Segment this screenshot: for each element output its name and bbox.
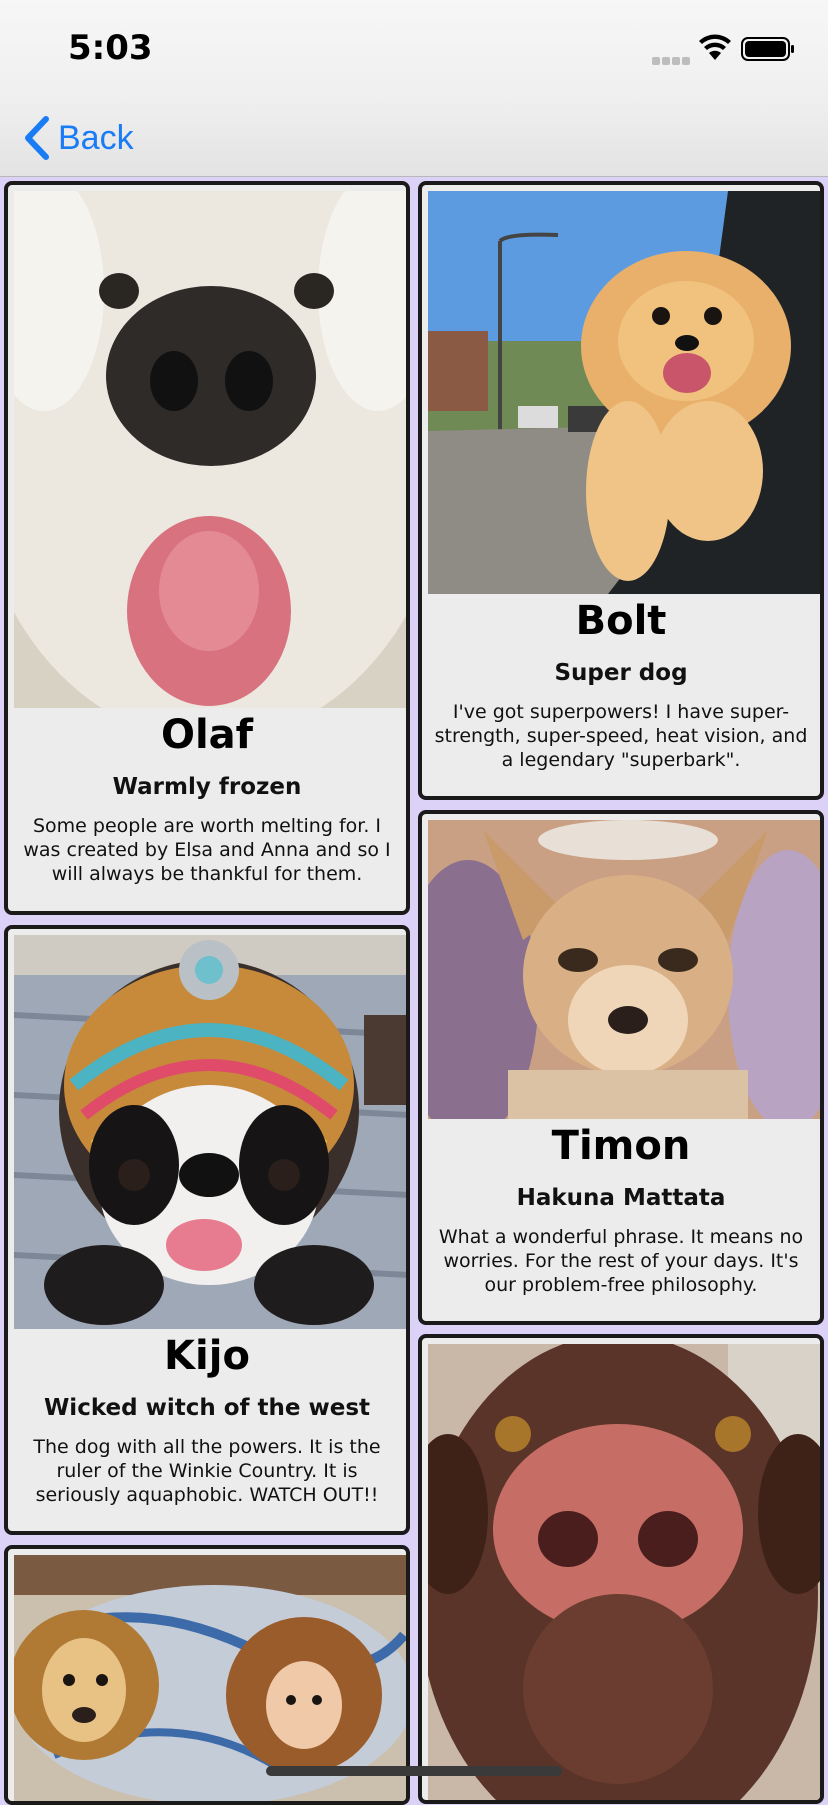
dog-card-partial-right[interactable] xyxy=(418,1334,824,1804)
home-indicator[interactable] xyxy=(266,1766,562,1776)
dog-name: Kijo xyxy=(164,1333,250,1379)
dog-card-timon[interactable]: Timon Hakuna Mattata What a wonderful ph… xyxy=(418,810,824,1325)
dog-name: Olaf xyxy=(160,712,254,758)
dog-tagline: Warmly frozen xyxy=(112,774,302,800)
wifi-icon xyxy=(699,34,731,60)
dog-tagline: Hakuna Mattata xyxy=(516,1185,726,1211)
dog-name: Timon xyxy=(551,1123,691,1169)
back-button[interactable]: Back xyxy=(22,110,134,166)
dog-tagline: Super dog xyxy=(554,660,688,686)
dog-description: The dog with all the powers. It is the r… xyxy=(33,1436,381,1506)
chevron-left-icon xyxy=(25,116,49,160)
back-label: Back xyxy=(58,118,134,157)
dog-name: Bolt xyxy=(575,598,667,644)
dog-description: What a wonderful phrase. It means no wor… xyxy=(438,1226,804,1296)
cellular-signal-icon xyxy=(652,52,692,65)
status-bar: 5:03 xyxy=(0,0,828,100)
dog-description: I've got superpowers! I have super-stren… xyxy=(434,701,808,771)
dog-description: Some people are worth melting for. I was… xyxy=(23,815,391,885)
dog-photo-bolt xyxy=(428,191,820,594)
dog-tagline: Wicked witch of the west xyxy=(43,1395,371,1421)
dog-photo-brown-nose xyxy=(428,1344,820,1800)
dog-card-bolt[interactable]: Bolt Super dog I've got superpowers! I h… xyxy=(418,181,824,800)
dog-card-olaf[interactable]: Olaf Warmly frozen Some people are worth… xyxy=(4,181,410,915)
dog-photo-olaf xyxy=(14,191,406,708)
navigation-bar: Back xyxy=(0,100,828,177)
status-time: 5:03 xyxy=(68,28,153,68)
dog-photo-timon xyxy=(428,820,820,1119)
battery-icon xyxy=(741,37,794,61)
dog-card-kijo[interactable]: Kijo Wicked witch of the west The dog wi… xyxy=(4,925,410,1535)
dog-photo-kijo xyxy=(14,935,406,1329)
